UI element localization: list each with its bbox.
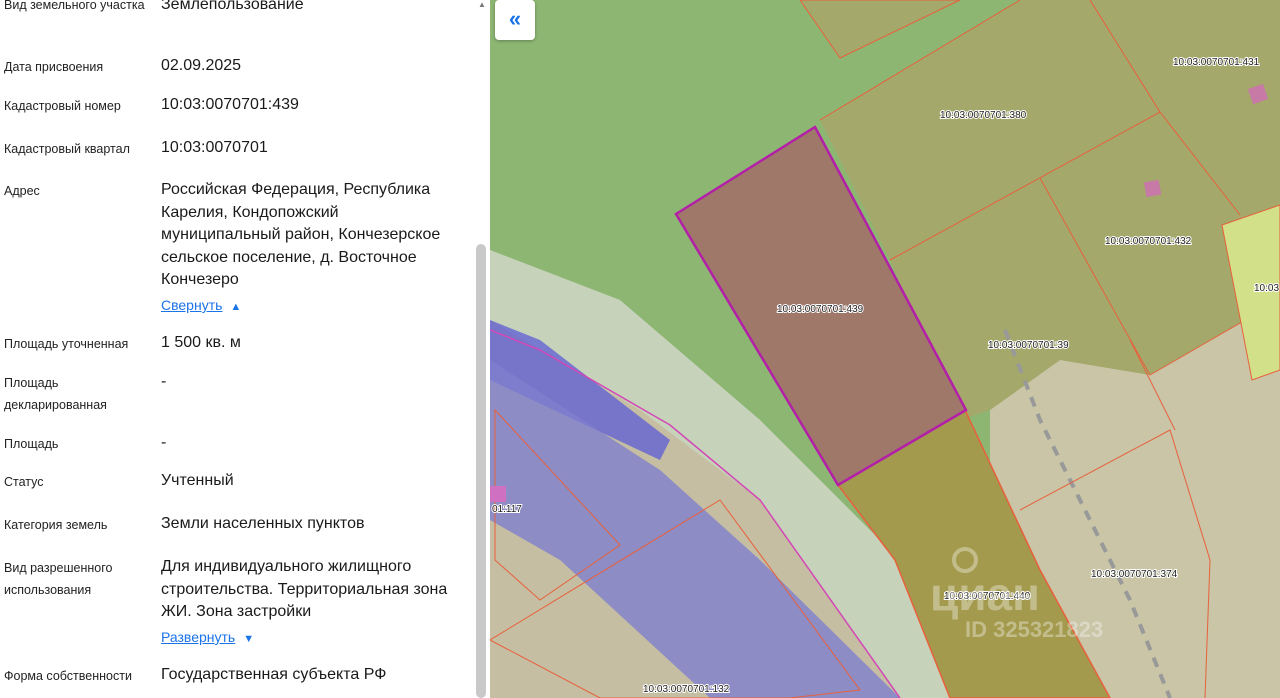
status-label: Статус (4, 475, 44, 489)
parcel-label-117: 01:117 (492, 504, 522, 515)
collapse-panel-button[interactable]: « (495, 0, 535, 40)
cad-quarter-value: 10:03:0070701 (161, 139, 268, 156)
watermark-brand: циан (930, 568, 1040, 620)
land-category-label: Категория земель (4, 518, 108, 532)
address-label: Адрес (4, 184, 40, 198)
cad-number-value: 10:03:0070701:439 (161, 96, 299, 113)
building-marker (1143, 179, 1162, 198)
permitted-use-value: Для индивидуального жилищного строительс… (161, 558, 448, 620)
building-marker-3 (490, 486, 506, 502)
address-value: Российская Федерация, Республика Карелия… (161, 181, 441, 288)
land-type-value: Землепользование (161, 0, 304, 13)
area-declared-label: Площадь декларированная (4, 376, 107, 412)
parcel-label-10-03: 10:03 (1254, 283, 1279, 294)
expand-use-link[interactable]: Развернуть ▼ (161, 629, 254, 645)
scrollbar-thumb[interactable] (476, 244, 486, 698)
parcel-label-132: 10:03:0070701:132 (643, 684, 730, 695)
area-label: Площадь (4, 437, 59, 451)
status-value: Учтенный (161, 472, 234, 489)
parcel-info-panel: Вид земельного участка Землепользование … (0, 0, 490, 698)
parcel-label-39: 10:03:0070701:39 (988, 340, 1069, 351)
area-value: - (161, 434, 167, 451)
chevron-down-icon: ▼ (243, 633, 255, 645)
cad-number-label: Кадастровый номер (4, 99, 121, 113)
parcel-label-432: 10:03:0070701:432 (1105, 236, 1192, 247)
ownership-value: Государственная субъекта РФ (161, 666, 387, 683)
chevron-up-icon: ▲ (230, 301, 242, 313)
watermark-id: ID 325321823 (965, 617, 1103, 642)
date-label: Дата присвоения (4, 60, 104, 74)
area-precise-label: Площадь уточненная (4, 337, 129, 351)
area-precise-value: 1 500 кв. м (161, 334, 241, 351)
parcel-label-431: 10:03:0070701:431 (1173, 57, 1260, 68)
parcel-label-439: 10:03:0070701:439 (777, 304, 864, 315)
double-chevron-left-icon: « (508, 6, 522, 31)
cadastral-map[interactable]: 10:03:0070701:431 10:03:0070701:380 10:0… (490, 0, 1280, 698)
land-type-label: Вид земельного участка (4, 0, 145, 12)
parcel-label-374: 10:03:0070701:374 (1091, 569, 1178, 580)
scroll-up-arrow-icon[interactable]: ▲ (474, 0, 490, 12)
expand-link-label: Развернуть (161, 629, 236, 645)
date-value: 02.09.2025 (161, 57, 242, 74)
collapse-link-label: Свернуть (161, 297, 223, 313)
collapse-address-link[interactable]: Свернуть ▲ (161, 297, 241, 313)
land-category-value: Земли населенных пунктов (161, 515, 365, 532)
parcel-label-380: 10:03:0070701:380 (940, 110, 1027, 121)
map-canvas[interactable]: 10:03:0070701:431 10:03:0070701:380 10:0… (490, 0, 1280, 698)
permitted-use-label: Вид разрешенного использования (4, 561, 113, 597)
cad-quarter-label: Кадастровый квартал (4, 142, 130, 156)
ownership-label: Форма собственности (4, 669, 132, 683)
area-declared-value: - (161, 373, 167, 390)
